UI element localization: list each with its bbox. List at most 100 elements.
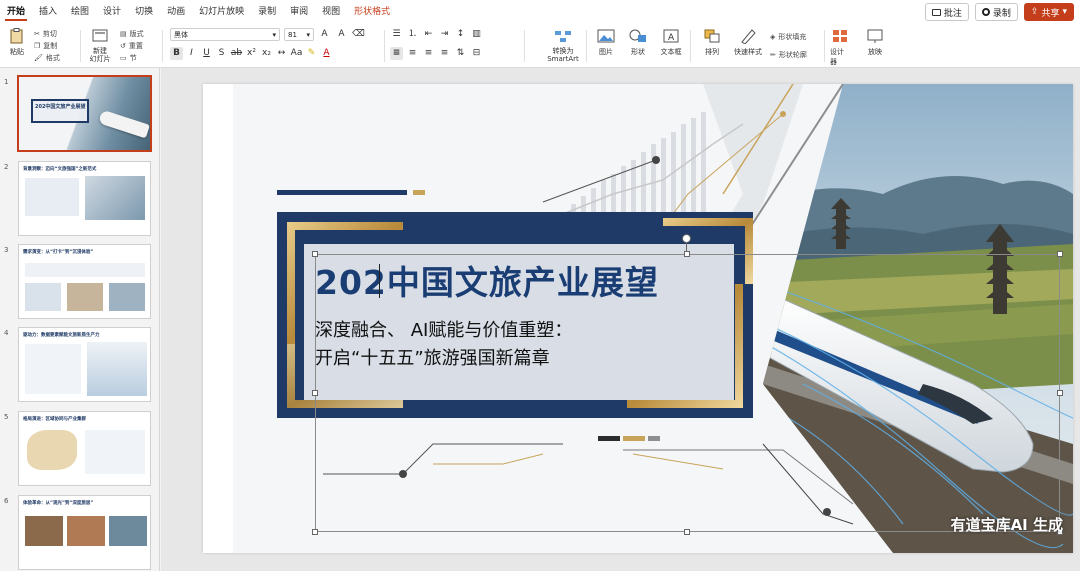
font-color-icon[interactable]: A	[320, 47, 333, 60]
font-size-select[interactable]: 81 ▾	[284, 28, 314, 41]
thumbnail-preview[interactable]: 202中国文旅产业展望	[17, 75, 152, 152]
align-right-icon[interactable]: ≡	[422, 47, 435, 60]
convert-smartart-button[interactable]: 转换为 SmartArt	[544, 28, 582, 64]
section-button[interactable]: ▭ 节	[120, 52, 156, 64]
text-direction-icon[interactable]: ⇅	[454, 47, 467, 60]
section-label: 节	[129, 54, 137, 62]
format-painter-button[interactable]: 🖌 格式	[34, 52, 74, 64]
columns-icon[interactable]: ▥	[470, 28, 483, 41]
arrange-icon	[704, 29, 720, 43]
shadow-icon[interactable]: S	[215, 47, 228, 60]
thumbnail-image	[25, 516, 63, 546]
resize-handle[interactable]	[684, 251, 690, 257]
smartart-icon	[555, 31, 571, 42]
shape-outline-button[interactable]: ✏ 形状轮廓	[770, 49, 820, 61]
underline-icon[interactable]: U	[200, 47, 213, 60]
section-icon: ▭	[120, 54, 127, 62]
share-icon: ⇪	[1030, 7, 1039, 17]
thumbnail-preview[interactable]: 需求演变：从“打卡”到“沉浸体验”	[18, 244, 151, 319]
scissors-icon: ✂	[34, 30, 40, 38]
copy-icon: ❐	[34, 42, 41, 50]
slide-title[interactable]: 202中国文旅产业展望	[315, 256, 659, 304]
share-button[interactable]: ⇪ 共享 ▾	[1023, 3, 1074, 21]
decrease-font-icon[interactable]: A	[335, 28, 348, 41]
align-left-icon[interactable]: ≡	[390, 47, 403, 60]
increase-font-icon[interactable]: A	[318, 28, 331, 41]
thumbnail-number: 3	[4, 246, 9, 254]
shapes-button[interactable]: 形状	[624, 28, 652, 64]
paint-bucket-icon: ◈	[770, 33, 776, 41]
char-spacing-icon[interactable]: ↔	[275, 47, 288, 60]
line-spacing-icon[interactable]: ↕	[454, 28, 467, 41]
bullets-icon[interactable]: ☰	[390, 28, 403, 41]
thumbnail-preview[interactable]: 体验革命：从“观光”到“深度旅居”	[18, 495, 151, 570]
menu-right-actions: 批注 录制 ⇪ 共享 ▾	[924, 3, 1074, 21]
paste-button[interactable]: 粘贴	[6, 28, 28, 64]
tab-review[interactable]: 审阅	[283, 0, 315, 24]
align-center-icon[interactable]: ≡	[406, 47, 419, 60]
tab-view[interactable]: 视图	[315, 0, 347, 24]
textbox-button[interactable]: A 文本框	[658, 28, 684, 64]
clear-format-icon[interactable]: ⌫	[352, 28, 365, 41]
shape-fill-label: 形状填充	[778, 33, 807, 41]
text-cursor	[379, 264, 380, 298]
slide-subtitle-line-1[interactable]: 深度融合、 AI赋能与价值重塑：	[315, 316, 572, 342]
tab-insert[interactable]: 插入	[32, 0, 64, 24]
shape-fill-button[interactable]: ◈ 形状填充	[770, 31, 820, 43]
comments-button[interactable]: 批注	[924, 3, 969, 21]
watermark: 有道宝库AI 生成	[950, 516, 1063, 534]
change-case-icon[interactable]: Aa	[290, 47, 303, 60]
arrange-button[interactable]: 排列	[700, 28, 724, 64]
resize-handle[interactable]	[312, 529, 318, 535]
resize-handle[interactable]	[1057, 251, 1063, 257]
layout-label: 版式	[129, 30, 144, 38]
cut-button[interactable]: ✂ 剪切	[34, 28, 74, 40]
tab-home[interactable]: 开始	[0, 0, 32, 24]
copy-button[interactable]: ❐ 复制	[34, 40, 74, 52]
tab-shape-format[interactable]: 形状格式	[347, 0, 397, 24]
thumbnail-number: 5	[4, 413, 9, 421]
tab-record[interactable]: 录制	[251, 0, 283, 24]
subscript-icon[interactable]: x₂	[260, 47, 273, 60]
quick-styles-button[interactable]: 快速样式	[730, 28, 766, 64]
paragraph-group: ☰ ⒈ ⇤ ⇥ ↕ ▥ ≡ ≡ ≡ ≡ ⇅ ⊟	[390, 28, 520, 64]
increase-indent-icon[interactable]: ⇥	[438, 28, 451, 41]
font-name-select[interactable]: 黑体 ▾	[170, 28, 280, 41]
pen-icon: ✏	[770, 51, 776, 59]
decrease-indent-icon[interactable]: ⇤	[422, 28, 435, 41]
thumbnail-title: 体验革命：从“观光”到“深度旅居”	[23, 501, 94, 506]
superscript-icon[interactable]: x²	[245, 47, 258, 60]
rotate-handle[interactable]	[682, 234, 691, 243]
design-ideas-button[interactable]: 设计器	[830, 28, 850, 66]
record-button[interactable]: 录制	[974, 3, 1018, 21]
highlight-icon[interactable]: ✎	[305, 47, 318, 60]
slide-thumbnail-pane: 1 202中国文旅产业展望 2 背景洞察：迈向“文旅强国”之新范式 3 需求演变…	[0, 68, 160, 571]
thumbnail-preview[interactable]: 背景洞察：迈向“文旅强国”之新范式	[18, 161, 151, 236]
align-text-icon[interactable]: ⊟	[470, 47, 483, 60]
numbering-icon[interactable]: ⒈	[406, 28, 419, 41]
thumbnail-preview[interactable]: 格局演进：区域协同与产业集群	[18, 411, 151, 486]
tab-draw[interactable]: 绘图	[64, 0, 96, 24]
design-ideas-icon	[833, 30, 847, 42]
tab-design[interactable]: 设计	[96, 0, 128, 24]
picture-button[interactable]: 图片	[594, 28, 618, 64]
slide-subtitle-line-2[interactable]: 开启“十五五”旅游强国新篇章	[315, 344, 550, 370]
strikethrough-icon[interactable]: ab	[230, 47, 243, 60]
tab-transitions[interactable]: 切换	[128, 0, 160, 24]
italic-icon[interactable]: I	[185, 47, 198, 60]
justify-icon[interactable]: ≡	[438, 47, 451, 60]
layout-button[interactable]: ▤ 版式	[120, 28, 156, 40]
slide-show-button[interactable]: 放映	[864, 28, 886, 64]
resize-handle[interactable]	[684, 529, 690, 535]
tab-slide-show[interactable]: 幻灯片放映	[192, 0, 251, 24]
thumbnail-title: 格局演进：区域协同与产业集群	[23, 417, 86, 422]
tab-animations[interactable]: 动画	[160, 0, 192, 24]
resize-handle[interactable]	[312, 390, 318, 396]
resize-handle[interactable]	[1057, 390, 1063, 396]
thumbnail-preview[interactable]: 驱动力：数据要素赋能文旅新质生产力	[18, 327, 151, 402]
reset-button[interactable]: ↺ 重置	[120, 40, 156, 52]
comments-label: 批注	[943, 8, 962, 19]
slide-1[interactable]: 202中国文旅产业展望 深度融合、 AI赋能与价值重塑： 开启“十五五”旅游强国…	[203, 84, 1073, 553]
bold-icon[interactable]: B	[170, 47, 183, 60]
new-slide-button[interactable]: 新建 幻灯片	[86, 28, 114, 64]
